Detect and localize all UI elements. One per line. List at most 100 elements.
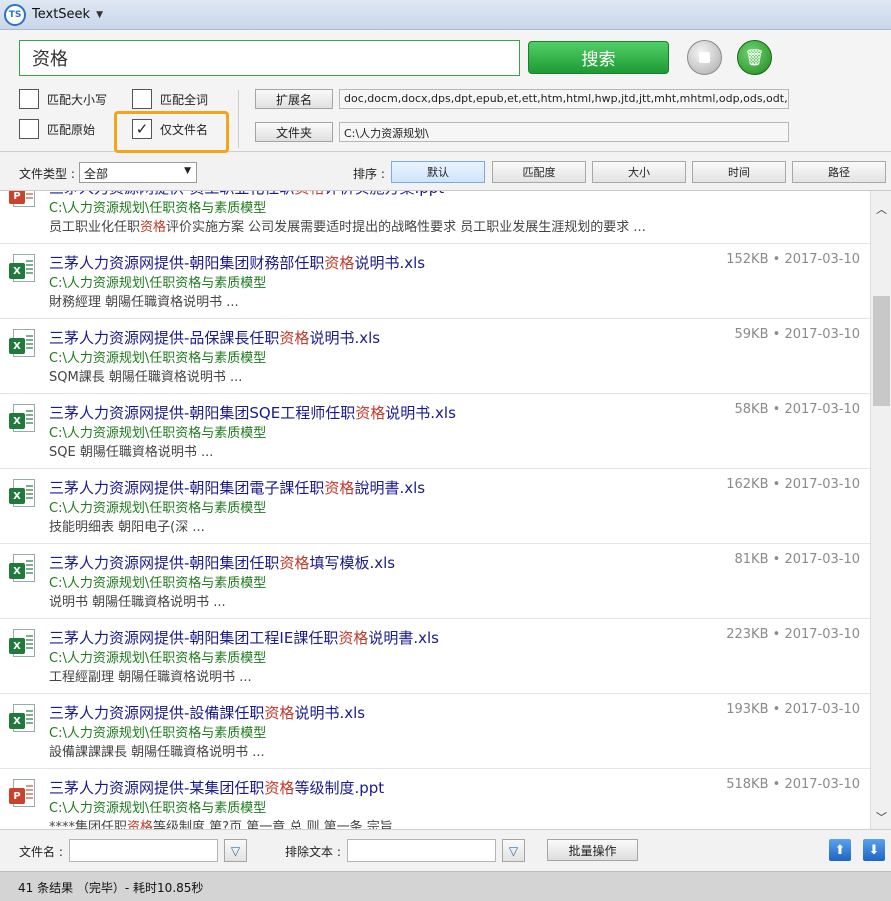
result-title[interactable]: 三茅人力资源网提供-設備課任职资格说明书.xls xyxy=(49,702,365,723)
arrow-down-icon: ⬇ xyxy=(868,842,880,858)
folder-field[interactable]: C:\人力资源规划\ xyxy=(339,122,789,142)
search-button[interactable]: 搜索 xyxy=(528,41,669,74)
result-path[interactable]: C:\人力资源规划\任职资格与素质模型 xyxy=(49,197,266,216)
result-meta: 152KB • 2017-03-10 xyxy=(726,252,860,267)
search-input[interactable] xyxy=(19,40,520,76)
batch-operation-button[interactable]: 批量操作 xyxy=(547,839,638,861)
filename-filter-button[interactable]: ▽ xyxy=(224,839,247,862)
result-title-post: 說明書.xls xyxy=(354,479,426,497)
result-size: 152KB xyxy=(726,252,769,267)
result-snippet: 员工职业化任职资格评价实施方案 公司发展需要适时提出的战略性要求 员工职业发展生… xyxy=(49,216,646,235)
result-size: 518KB xyxy=(726,777,769,792)
clear-button[interactable]: 🗑 xyxy=(737,40,772,75)
result-title-pre: 三茅人力资源网提供-朝阳集团财務部任职 xyxy=(49,254,325,272)
ppt-file-icon: P xyxy=(9,779,37,809)
result-item[interactable]: P 三茅人力资源网提供-某集团任职资格等级制度.ppt C:\人力资源规划\任职资格… xyxy=(0,769,870,829)
result-title-post: 说明书.xls xyxy=(294,704,366,722)
stop-button[interactable] xyxy=(687,40,722,75)
search-panel: 搜索 🗑 匹配大小写 匹配全词 匹配原始 ✓ 仅文件名 扩展名 doc,docm… xyxy=(0,30,891,153)
checkbox-box[interactable] xyxy=(132,89,152,109)
sort-bar: 文件类型 : 全部 ▼ 排序 : 默认 匹配度 大小 时间 路径 xyxy=(0,153,891,191)
arrow-up-icon: ⬆ xyxy=(834,842,846,858)
exclude-text-input[interactable] xyxy=(347,839,496,862)
result-path[interactable]: C:\人力资源规划\任职资格与素质模型 xyxy=(49,647,266,666)
folder-button[interactable]: 文件夹 xyxy=(255,122,333,142)
result-title[interactable]: 三茅人力资源网提供-品保課長任职资格说明书.xls xyxy=(49,327,380,348)
excel-file-icon: X xyxy=(9,479,37,509)
result-snippet: ****集团任职资格等级制度 第?页 第一章 总 则 第一条 宗旨 xyxy=(49,816,393,829)
result-path[interactable]: C:\人力资源规划\任职资格与素质模型 xyxy=(49,422,266,441)
annotation-highlight-box xyxy=(114,111,229,153)
match-whole-checkbox[interactable]: 匹配全词 xyxy=(132,89,208,109)
sort-size-button[interactable]: 大小 xyxy=(592,161,686,183)
extensions-button[interactable]: 扩展名 xyxy=(255,89,333,109)
result-title[interactable]: 三茅人力资源网提供-朝阳集团财務部任职资格说明书.xls xyxy=(49,252,425,273)
excel-file-icon: X xyxy=(9,629,37,659)
snippet-pre: 员工职业化任职 xyxy=(49,220,141,235)
sort-default-button[interactable]: 默认 xyxy=(391,161,485,183)
result-path[interactable]: C:\人力资源规划\任职资格与素质模型 xyxy=(49,272,266,291)
result-date: 2017-03-10 xyxy=(784,252,860,267)
result-item[interactable]: X 三茅人力资源网提供-朝阳集团任职资格填写模板.xls C:\人力资源规划\任职资… xyxy=(0,544,870,619)
result-meta: 193KB • 2017-03-10 xyxy=(726,702,860,717)
result-item[interactable]: X 三茅人力资源网提供-朝阳集团财務部任职资格说明书.xls C:\人力资源规划\任… xyxy=(0,244,870,319)
result-date: 2017-03-10 xyxy=(784,402,860,417)
result-title-pre: 三茅人力资源网提供-朝阳集团工程IE課任职 xyxy=(49,629,339,647)
results-scrollbar[interactable]: ︿ ﹀ xyxy=(870,191,891,829)
result-title-post: 说明书.xls xyxy=(354,254,426,272)
result-path[interactable]: C:\人力资源规划\任职资格与素质模型 xyxy=(49,347,266,366)
checkbox-box[interactable] xyxy=(19,89,39,109)
match-case-checkbox[interactable]: 匹配大小写 xyxy=(19,89,107,109)
result-date: 2017-03-10 xyxy=(784,777,860,792)
result-item[interactable]: X 三茅人力资源网提供-朝阳集团SQE工程师任职资格说明书.xls C:\人力资源规… xyxy=(0,394,870,469)
result-title[interactable]: 三茅人力资源网提供-某集团任职资格等级制度.ppt xyxy=(49,777,384,798)
exclude-text-label: 排除文本 : xyxy=(285,845,341,859)
result-date: 2017-03-10 xyxy=(784,191,860,192)
result-snippet: SQM課長 朝陽任職資格说明书 ... xyxy=(49,366,242,385)
snippet-pre: 技能明细表 朝阳电子(深 ... xyxy=(49,520,205,535)
result-item[interactable]: X 三茅人力资源网提供-設備課任职资格说明书.xls C:\人力资源规划\任职资格与… xyxy=(0,694,870,769)
checkbox-box[interactable] xyxy=(19,119,39,139)
result-item[interactable]: X 三茅人力资源网提供-品保課長任职资格说明书.xls C:\人力资源规划\任职资格… xyxy=(0,319,870,394)
app-title[interactable]: TextSeek xyxy=(32,7,90,22)
result-title[interactable]: 三茅人力资源网提供-朝阳集团任职资格填写模板.xls xyxy=(49,552,395,573)
exclude-filter-button[interactable]: ▽ xyxy=(502,839,525,862)
result-title-post: 填写模板.xls xyxy=(309,554,396,572)
result-path[interactable]: C:\人力资源规划\任职资格与素质模型 xyxy=(49,572,266,591)
next-result-button[interactable]: ⬇ xyxy=(863,839,885,861)
result-item[interactable]: P三茅人力资源网提供-员工职业化任职资格评价实施方案.pptC:\人力资源规划\… xyxy=(0,191,870,244)
result-title[interactable]: 三茅人力资源网提供-朝阳集团SQE工程师任职资格说明书.xls xyxy=(49,402,456,423)
result-size: 81KB xyxy=(734,552,769,567)
result-path[interactable]: C:\人力资源规划\任职资格与素质模型 xyxy=(49,797,266,816)
result-size: 225KB xyxy=(726,191,768,192)
result-meta: 223KB • 2017-03-10 xyxy=(726,627,860,642)
result-title[interactable]: 三茅人力资源网提供-朝阳集团工程IE課任职资格说明書.xls xyxy=(49,627,439,648)
sort-relevance-button[interactable]: 匹配度 xyxy=(492,161,586,183)
excel-file-icon: X xyxy=(9,554,37,584)
scroll-up-icon[interactable]: ︿ xyxy=(875,201,888,216)
result-date: 2017-03-10 xyxy=(784,477,860,492)
previous-result-button[interactable]: ⬆ xyxy=(829,839,851,861)
result-snippet: SQE 朝陽任職資格说明书 ... xyxy=(49,441,213,460)
extensions-field[interactable]: doc,docm,docx,dps,dpt,epub,et,ett,htm,ht… xyxy=(339,89,789,109)
result-snippet: 設備課課課長 朝陽任職資格说明书 ... xyxy=(49,741,265,760)
scroll-thumb[interactable] xyxy=(873,296,890,406)
filename-filter-input[interactable] xyxy=(69,839,218,862)
chevron-down-icon[interactable]: ▼ xyxy=(96,10,103,20)
result-title-match: 资格 xyxy=(264,779,295,797)
sort-path-button[interactable]: 路径 xyxy=(792,161,886,183)
file-type-label: 文件类型 : xyxy=(19,167,75,181)
result-title-post: 评价实施方案.ppt xyxy=(324,191,444,197)
excel-file-icon: X xyxy=(9,329,37,359)
match-raw-label: 匹配原始 xyxy=(47,122,96,137)
result-path[interactable]: C:\人力资源规划\任职资格与素质模型 xyxy=(49,497,266,516)
result-item[interactable]: X 三茅人力资源网提供-朝阳集团電子課任职资格說明書.xls C:\人力资源规划\任… xyxy=(0,469,870,544)
result-path[interactable]: C:\人力资源规划\任职资格与素质模型 xyxy=(49,722,266,741)
sort-time-button[interactable]: 时间 xyxy=(692,161,786,183)
result-title[interactable]: 三茅人力资源网提供-朝阳集团電子課任职资格說明書.xls xyxy=(49,477,425,498)
match-raw-checkbox[interactable]: 匹配原始 xyxy=(19,119,95,139)
result-item[interactable]: X 三茅人力资源网提供-朝阳集团工程IE課任职资格说明書.xls C:\人力资源规划… xyxy=(0,619,870,694)
result-title-pre: 三茅人力资源网提供-品保課長任职 xyxy=(49,329,280,347)
scroll-down-icon[interactable]: ﹀ xyxy=(875,809,888,824)
file-type-select[interactable]: 全部 ▼ xyxy=(79,162,197,183)
